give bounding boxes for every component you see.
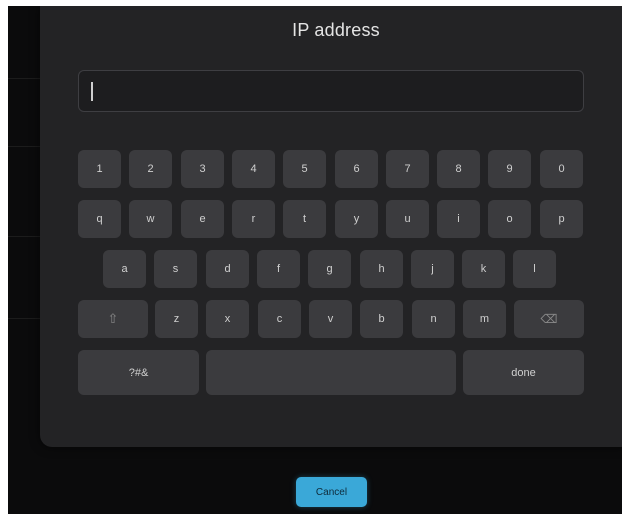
key-l[interactable]: l bbox=[513, 250, 556, 288]
key-label: 4 bbox=[250, 163, 257, 175]
key-a[interactable]: a bbox=[103, 250, 146, 288]
key-j[interactable]: j bbox=[411, 250, 454, 288]
key-8[interactable]: 8 bbox=[437, 150, 480, 188]
shift-key[interactable]: ⇧ bbox=[78, 300, 148, 338]
key-v[interactable]: v bbox=[309, 300, 352, 338]
dialog-title: IP address bbox=[292, 20, 380, 40]
space-key[interactable] bbox=[206, 350, 456, 395]
key-label: u bbox=[404, 213, 411, 225]
key-x[interactable]: x bbox=[206, 300, 249, 338]
key-label: o bbox=[506, 213, 513, 225]
key-p[interactable]: p bbox=[540, 200, 583, 238]
key-label: 1 bbox=[96, 163, 103, 175]
key-2[interactable]: 2 bbox=[129, 150, 172, 188]
key-9[interactable]: 9 bbox=[488, 150, 531, 188]
ip-address-field[interactable] bbox=[78, 70, 584, 112]
key-label: 3 bbox=[199, 163, 206, 175]
key-h[interactable]: h bbox=[360, 250, 403, 288]
key-label: 0 bbox=[558, 163, 565, 175]
text-caret bbox=[91, 82, 93, 101]
key-label: d bbox=[224, 263, 231, 275]
key-u[interactable]: u bbox=[386, 200, 429, 238]
key-label: t bbox=[302, 213, 307, 225]
key-label: f bbox=[276, 263, 281, 275]
key-m[interactable]: m bbox=[463, 300, 506, 338]
key-k[interactable]: k bbox=[462, 250, 505, 288]
key-label: l bbox=[533, 263, 536, 275]
screen-background: IP address 1 2 3 4 5 6 7 8 9 0 q w e r t y u i o p a s d f g h j k l… bbox=[8, 6, 622, 514]
key-6[interactable]: 6 bbox=[335, 150, 378, 188]
symbols-key[interactable]: ?#& bbox=[78, 350, 199, 395]
key-label: q bbox=[96, 213, 103, 225]
key-label: c bbox=[276, 313, 283, 325]
key-i[interactable]: i bbox=[437, 200, 480, 238]
key-label: r bbox=[251, 213, 256, 225]
key-r[interactable]: r bbox=[232, 200, 275, 238]
key-g[interactable]: g bbox=[308, 250, 351, 288]
key-0[interactable]: 0 bbox=[540, 150, 583, 188]
key-f[interactable]: f bbox=[257, 250, 300, 288]
cancel-button[interactable]: Cancel bbox=[296, 477, 367, 507]
ip-address-input[interactable] bbox=[79, 71, 583, 111]
key-label: k bbox=[480, 263, 487, 275]
key-label: p bbox=[558, 213, 565, 225]
key-label: v bbox=[327, 313, 334, 325]
ip-address-dialog: IP address 1 2 3 4 5 6 7 8 9 0 q w e r t y u i o p a s d f g h j k l… bbox=[40, 6, 622, 447]
key-d[interactable]: d bbox=[206, 250, 249, 288]
key-label: w bbox=[146, 213, 155, 225]
key-o[interactable]: o bbox=[488, 200, 531, 238]
key-n[interactable]: n bbox=[412, 300, 455, 338]
key-4[interactable]: 4 bbox=[232, 150, 275, 188]
key-label: g bbox=[326, 263, 333, 275]
key-label: done bbox=[511, 366, 536, 379]
key-label: y bbox=[353, 213, 360, 225]
key-label: j bbox=[431, 263, 434, 275]
key-label: 5 bbox=[301, 163, 308, 175]
key-7[interactable]: 7 bbox=[386, 150, 429, 188]
key-label: z bbox=[173, 313, 180, 325]
key-label: m bbox=[479, 313, 490, 325]
key-1[interactable]: 1 bbox=[78, 150, 121, 188]
key-label: h bbox=[378, 263, 385, 275]
backspace-icon: ⌫ bbox=[540, 312, 558, 326]
key-label: i bbox=[457, 213, 460, 225]
key-q[interactable]: q bbox=[78, 200, 121, 238]
key-label: 2 bbox=[147, 163, 154, 175]
key-label: 6 bbox=[353, 163, 360, 175]
key-e[interactable]: e bbox=[181, 200, 224, 238]
done-key[interactable]: done bbox=[463, 350, 584, 395]
key-s[interactable]: s bbox=[154, 250, 197, 288]
key-label: e bbox=[199, 213, 206, 225]
key-label: 9 bbox=[506, 163, 513, 175]
key-5[interactable]: 5 bbox=[283, 150, 326, 188]
key-3[interactable]: 3 bbox=[181, 150, 224, 188]
key-label: 8 bbox=[455, 163, 462, 175]
key-label: a bbox=[121, 263, 128, 275]
backspace-key[interactable]: ⌫ bbox=[514, 300, 584, 338]
key-b[interactable]: b bbox=[360, 300, 403, 338]
key-c[interactable]: c bbox=[258, 300, 301, 338]
key-label: n bbox=[430, 313, 437, 325]
key-w[interactable]: w bbox=[129, 200, 172, 238]
key-label: 7 bbox=[404, 163, 411, 175]
key-z[interactable]: z bbox=[155, 300, 198, 338]
key-y[interactable]: y bbox=[335, 200, 378, 238]
key-label: x bbox=[224, 313, 231, 325]
key-label: s bbox=[172, 263, 179, 275]
key-label: ?#& bbox=[128, 366, 149, 379]
key-t[interactable]: t bbox=[283, 200, 326, 238]
shift-arrow-icon: ⇧ bbox=[107, 311, 119, 326]
key-label: b bbox=[378, 313, 385, 325]
